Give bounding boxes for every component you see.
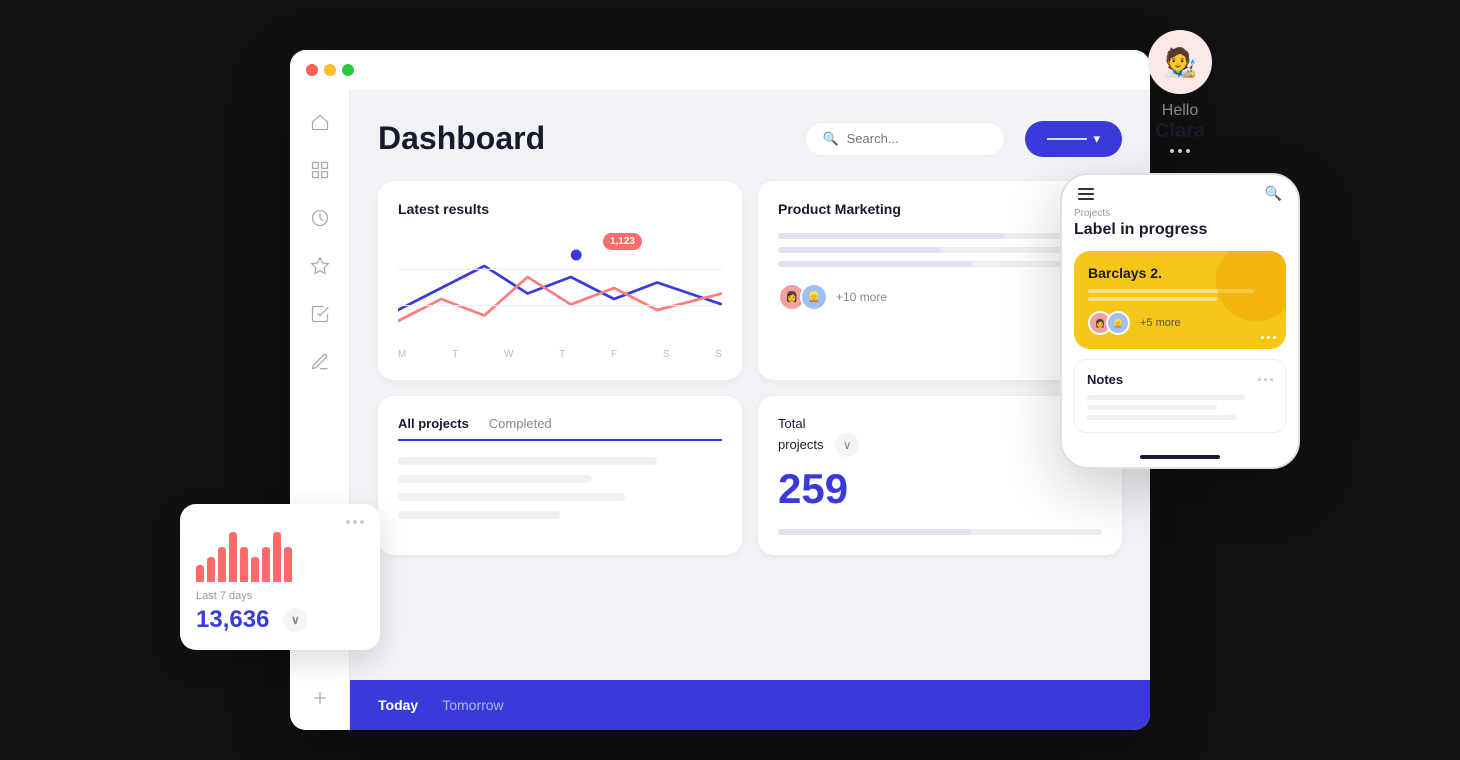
project-row	[398, 511, 560, 519]
stats-number: 259	[778, 465, 859, 513]
stat-chevron[interactable]: ∨	[283, 608, 307, 632]
tab-today[interactable]: Today	[378, 697, 418, 713]
projects-card: All projects Completed	[378, 396, 742, 555]
search-bar[interactable]: 🔍	[805, 122, 1005, 156]
greeting-name: Clara	[1148, 120, 1212, 143]
chart-badge: 1,123	[603, 233, 642, 250]
user-greeting: 🧑‍🎨 Hello Clara	[1148, 30, 1212, 153]
sidebar-item-grid[interactable]	[308, 158, 332, 182]
main-content: Dashboard 🔍 ▾	[350, 90, 1150, 730]
notes-dots	[1258, 378, 1273, 381]
barclays-card[interactable]: Barclays 2. 👩 👱 +5 more	[1074, 251, 1286, 349]
mini-bars	[196, 532, 364, 582]
chart-card: Latest results 1,123	[378, 181, 742, 380]
chart-title: Latest results	[398, 201, 722, 217]
barclays-bars	[1088, 289, 1272, 301]
greeting-dots	[1148, 149, 1212, 153]
notes-header: Notes	[1087, 372, 1273, 387]
projects-tabs: All projects Completed	[398, 416, 722, 441]
stats-chevron[interactable]: ∨	[835, 433, 859, 457]
bottom-grid: All projects Completed	[378, 396, 1122, 555]
sidebar-item-clock[interactable]	[308, 206, 332, 230]
stat-widget-dots	[196, 520, 364, 524]
product-marketing-title: Product Marketing	[778, 201, 901, 217]
barclays-more: +5 more	[1140, 317, 1181, 329]
phone-breadcrumb: Projects	[1074, 208, 1286, 219]
phone-search-icon[interactable]: 🔍	[1265, 185, 1282, 202]
stat-widget: Last 7 days 13,636 ∨	[180, 504, 380, 650]
tab-tomorrow[interactable]: Tomorrow	[442, 697, 503, 713]
phone-bottom-bar	[1140, 455, 1220, 459]
header: Dashboard 🔍 ▾	[378, 120, 1122, 157]
barclays-title: Barclays 2.	[1088, 265, 1272, 281]
stat-value: 13,636 ∨	[196, 606, 364, 634]
page-title: Dashboard	[378, 120, 785, 157]
greeting-hello: Hello	[1148, 102, 1212, 120]
sidebar-item-check[interactable]	[308, 302, 332, 326]
search-input[interactable]	[847, 131, 989, 146]
notes-lines	[1087, 395, 1273, 420]
barclays-avatar-2: 👱	[1106, 311, 1130, 335]
chart-labels: M T W T F S S	[398, 349, 722, 360]
chart-area: 1,123	[398, 233, 722, 343]
dot-yellow[interactable]	[324, 64, 336, 76]
browser-window: Dashboard 🔍 ▾	[290, 50, 1150, 730]
phone-section-title: Label in progress	[1074, 221, 1286, 239]
phone-mockup: 🔍 Projects Label in progress Barclays 2.…	[1060, 173, 1300, 469]
sidebar-item-star[interactable]	[308, 254, 332, 278]
more-count: +10 more	[836, 290, 887, 304]
barclays-ellipsis	[1261, 336, 1276, 339]
stat-label: Last 7 days	[196, 590, 364, 602]
bottom-bar: Today Tomorrow	[350, 680, 1150, 730]
notes-title: Notes	[1087, 372, 1123, 387]
tab-all-projects[interactable]: All projects	[398, 416, 469, 441]
project-rows	[398, 457, 722, 519]
right-panel: 🧑‍🎨 Hello Clara 🔍 Projects Labe	[1040, 30, 1320, 730]
avatar-2: 👱	[800, 283, 828, 311]
cards-grid: Latest results 1,123	[378, 181, 1122, 380]
notes-card: Notes	[1074, 359, 1286, 433]
stat-number: 13,636	[196, 606, 269, 634]
barclays-avatars: 👩 👱	[1088, 311, 1124, 335]
barclays-footer: 👩 👱 +5 more	[1088, 311, 1272, 335]
sidebar-item-plus[interactable]	[308, 686, 332, 710]
stats-label: Totalprojects ∨	[778, 416, 859, 457]
dot-red[interactable]	[306, 64, 318, 76]
avatars: 👩 👱	[778, 283, 822, 311]
phone-content: Projects Label in progress Barclays 2. 👩…	[1062, 208, 1298, 445]
sidebar-item-edit[interactable]	[308, 350, 332, 374]
project-row	[398, 493, 625, 501]
user-avatar: 🧑‍🎨	[1148, 30, 1212, 94]
tab-completed[interactable]: Completed	[489, 416, 552, 439]
sidebar-item-home[interactable]	[308, 110, 332, 134]
project-row	[398, 457, 657, 465]
phone-statusbar: 🔍	[1062, 175, 1298, 208]
search-icon: 🔍	[822, 131, 838, 147]
browser-titlebar	[290, 50, 1150, 90]
project-row	[398, 475, 592, 483]
hamburger-icon[interactable]	[1078, 188, 1094, 200]
dot-green[interactable]	[342, 64, 354, 76]
